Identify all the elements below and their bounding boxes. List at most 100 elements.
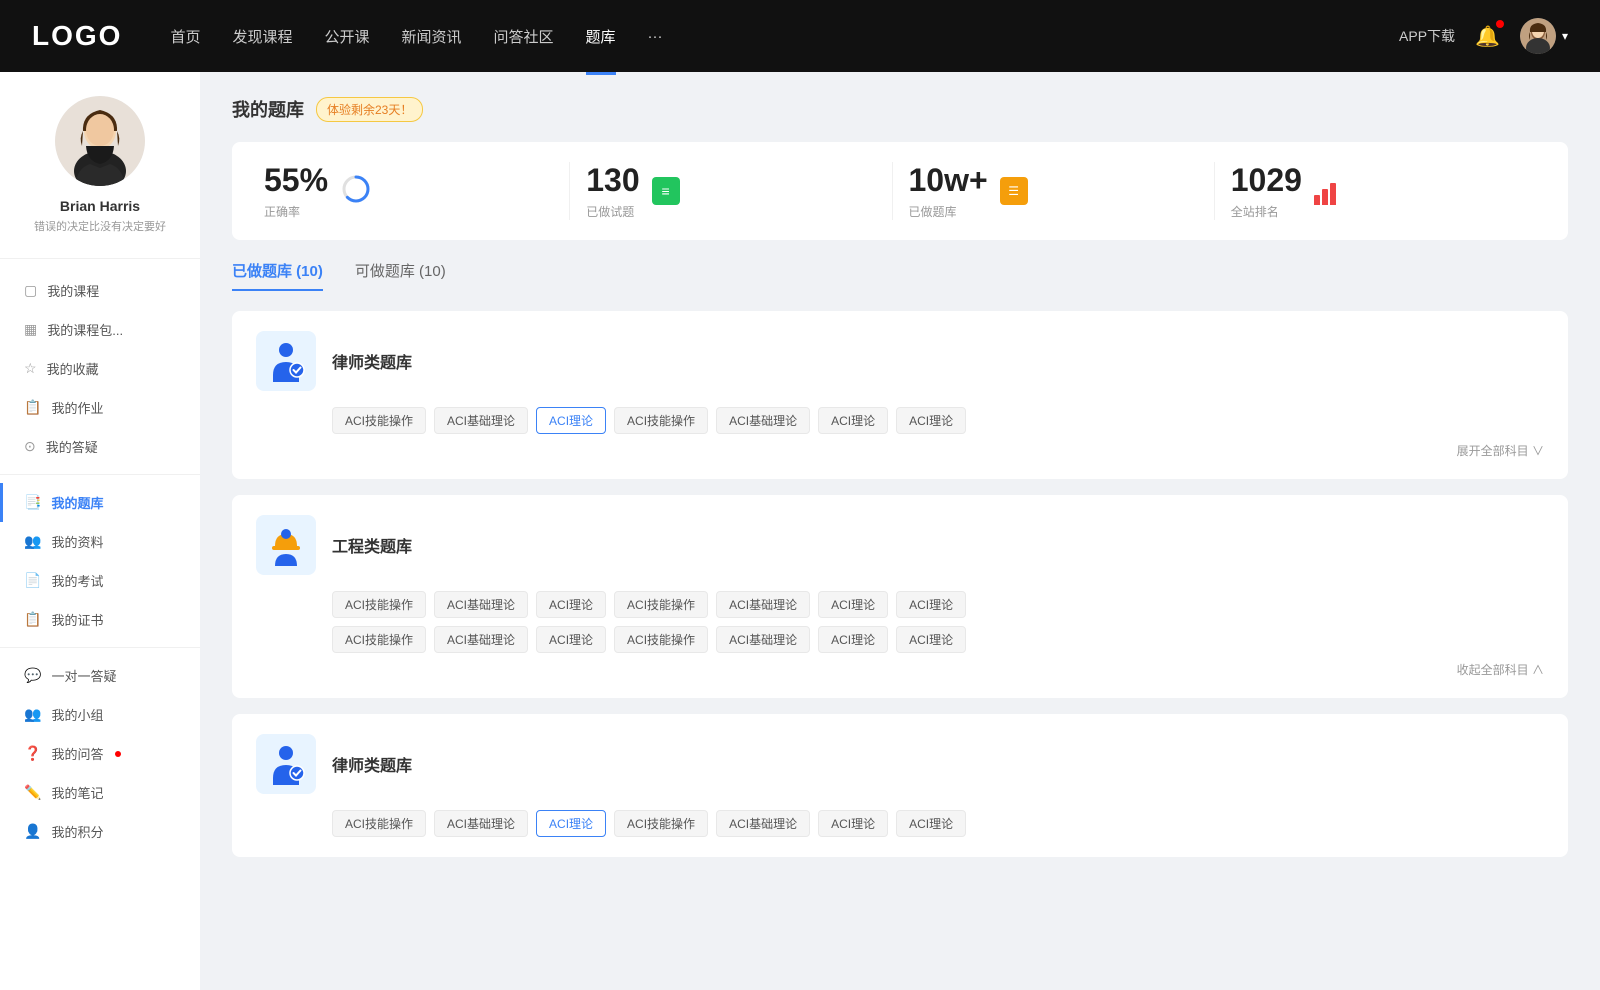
tag[interactable]: ACI基础理论 xyxy=(434,810,528,837)
sidebar-item-materials[interactable]: 👥 我的资料 xyxy=(0,522,200,561)
tag[interactable]: ACI理论 xyxy=(818,810,888,837)
tag[interactable]: ACI理论 xyxy=(896,407,966,434)
sidebar-item-notes[interactable]: ✏️ 我的笔记 xyxy=(0,773,200,812)
stat-done-questions: 130 已做试题 ≡ xyxy=(570,162,892,220)
sidebar-item-favorites[interactable]: ☆ 我的收藏 xyxy=(0,349,200,388)
page-layout: Brian Harris 错误的决定比没有决定要好 ▢ 我的课程 ▦ 我的课程包… xyxy=(0,72,1600,990)
sidebar-item-course-pack[interactable]: ▦ 我的课程包... xyxy=(0,310,200,349)
star-icon: ☆ xyxy=(24,360,37,377)
sidebar-item-tutor[interactable]: 💬 一对一答疑 xyxy=(0,656,200,695)
tag[interactable]: ACI技能操作 xyxy=(332,591,426,618)
nav-home[interactable]: 首页 xyxy=(170,22,200,51)
bank-title: 律师类题库 xyxy=(332,349,412,373)
bank-card-lawyer-2: 律师类题库 ACI技能操作 ACI基础理论 ACI理论 ACI技能操作 ACI基… xyxy=(232,714,1568,857)
course-pack-icon: ▦ xyxy=(24,321,37,338)
sidebar-item-label: 我的答疑 xyxy=(46,437,98,456)
tags-row-3: ACI技能操作 ACI基础理论 ACI理论 ACI技能操作 ACI基础理论 AC… xyxy=(332,810,1544,837)
tag[interactable]: ACI技能操作 xyxy=(614,591,708,618)
tab-done[interactable]: 已做题库 (10) xyxy=(232,260,323,291)
tag[interactable]: ACI理论 xyxy=(536,626,606,653)
sidebar-item-label: 我的收藏 xyxy=(47,359,99,378)
user-avatar-wrapper[interactable]: ▾ xyxy=(1520,18,1568,54)
sidebar-item-exam[interactable]: 📄 我的考试 xyxy=(0,561,200,600)
sidebar-item-my-bank[interactable]: 📑 我的题库 xyxy=(0,483,200,522)
stat-accuracy: 55% 正确率 xyxy=(264,162,570,220)
stat-label: 正确率 xyxy=(264,203,328,220)
sidebar-item-label: 我的题库 xyxy=(51,493,103,512)
tag[interactable]: ACI基础理论 xyxy=(716,810,810,837)
notification-bell[interactable]: 🔔 xyxy=(1475,24,1500,49)
sidebar-item-label: 我的积分 xyxy=(51,822,103,841)
stat-done-banks: 10w+ 已做题库 ☰ xyxy=(893,162,1215,220)
bank-card-header: 工程类题库 xyxy=(256,515,1544,575)
tag[interactable]: ACI理论 xyxy=(818,591,888,618)
tag[interactable]: ACI基础理论 xyxy=(716,407,810,434)
sidebar-item-label: 我的作业 xyxy=(51,398,103,417)
nav-bank[interactable]: 题库 xyxy=(586,22,616,51)
stat-accuracy-value: 55% 正确率 xyxy=(264,162,328,220)
lawyer-icon-2 xyxy=(256,734,316,794)
stat-label: 已做试题 xyxy=(586,203,639,220)
points-icon: 👤 xyxy=(24,823,41,840)
sidebar-item-label: 我的课程包... xyxy=(47,320,123,339)
tag[interactable]: ACI技能操作 xyxy=(332,626,426,653)
tag[interactable]: ACI基础理论 xyxy=(716,591,810,618)
tag[interactable]: ACI技能操作 xyxy=(614,626,708,653)
tag[interactable]: ACI技能操作 xyxy=(614,407,708,434)
stat-value: 130 xyxy=(586,162,639,199)
stat-rank-value: 1029 全站排名 xyxy=(1231,162,1302,220)
tag[interactable]: ACI理论 xyxy=(896,626,966,653)
sidebar-item-certificate[interactable]: 📋 我的证书 xyxy=(0,600,200,639)
sidebar-item-my-course[interactable]: ▢ 我的课程 xyxy=(0,271,200,310)
nav-open-course[interactable]: 公开课 xyxy=(324,22,369,51)
tag[interactable]: ACI理论 xyxy=(818,626,888,653)
stat-label: 已做题库 xyxy=(909,203,988,220)
sidebar-item-label: 我的笔记 xyxy=(51,783,103,802)
stat-rank: 1029 全站排名 xyxy=(1215,162,1536,220)
bank-title: 律师类题库 xyxy=(332,752,412,776)
tag-active[interactable]: ACI理论 xyxy=(536,810,606,837)
tag[interactable]: ACI理论 xyxy=(896,810,966,837)
tag[interactable]: ACI基础理论 xyxy=(434,407,528,434)
unread-dot xyxy=(115,751,121,757)
tag[interactable]: ACI理论 xyxy=(896,591,966,618)
sidebar-item-label: 我的考试 xyxy=(51,571,103,590)
sidebar-item-question[interactable]: ❓ 我的问答 xyxy=(0,734,200,773)
expand-link-1[interactable]: 展开全部科目 ∨ xyxy=(256,434,1544,459)
sidebar-item-qa[interactable]: ⊙ 我的答疑 xyxy=(0,427,200,466)
notification-badge xyxy=(1496,20,1504,28)
tag-active[interactable]: ACI理论 xyxy=(536,407,606,434)
tag[interactable]: ACI基础理论 xyxy=(716,626,810,653)
sidebar-item-label: 一对一答疑 xyxy=(51,666,116,685)
tag[interactable]: ACI基础理论 xyxy=(434,626,528,653)
tags-row-2: ACI技能操作 ACI基础理论 ACI理论 ACI技能操作 ACI基础理论 AC… xyxy=(332,591,1544,618)
app-download-button[interactable]: APP下载 xyxy=(1399,26,1455,46)
nav-qa[interactable]: 问答社区 xyxy=(494,22,554,51)
stat-value: 10w+ xyxy=(909,162,988,199)
tag[interactable]: ACI理论 xyxy=(818,407,888,434)
tab-todo[interactable]: 可做题库 (10) xyxy=(355,260,446,291)
tabs-bar: 已做题库 (10) 可做题库 (10) xyxy=(232,260,1568,291)
notes-icon: ✏️ xyxy=(24,784,41,801)
stat-banks-value: 10w+ 已做题库 xyxy=(909,162,988,220)
group-icon: 👥 xyxy=(24,706,41,723)
bank-card-header: 律师类题库 xyxy=(256,734,1544,794)
nav-discover[interactable]: 发现课程 xyxy=(232,22,292,51)
tag[interactable]: ACI技能操作 xyxy=(614,810,708,837)
divider2 xyxy=(0,647,200,648)
collapse-link[interactable]: 收起全部科目 ∧ xyxy=(256,653,1544,678)
nav-news[interactable]: 新闻资讯 xyxy=(402,22,462,51)
tag[interactable]: ACI基础理论 xyxy=(434,591,528,618)
stat-value: 1029 xyxy=(1231,162,1302,199)
nav-more[interactable]: ··· xyxy=(648,24,663,49)
sidebar-item-points[interactable]: 👤 我的积分 xyxy=(0,812,200,851)
bank-card-lawyer-1: 律师类题库 ACI技能操作 ACI基础理论 ACI理论 ACI技能操作 ACI基… xyxy=(232,311,1568,479)
sidebar-item-group[interactable]: 👥 我的小组 xyxy=(0,695,200,734)
tag[interactable]: ACI技能操作 xyxy=(332,810,426,837)
nav-menu: 首页 发现课程 公开课 新闻资讯 问答社区 题库 ··· xyxy=(170,22,1399,51)
qa-icon: ⊙ xyxy=(24,438,36,455)
page-title: 我的题库 xyxy=(232,96,304,122)
tag[interactable]: ACI技能操作 xyxy=(332,407,426,434)
tag[interactable]: ACI理论 xyxy=(536,591,606,618)
sidebar-item-homework[interactable]: 📋 我的作业 xyxy=(0,388,200,427)
